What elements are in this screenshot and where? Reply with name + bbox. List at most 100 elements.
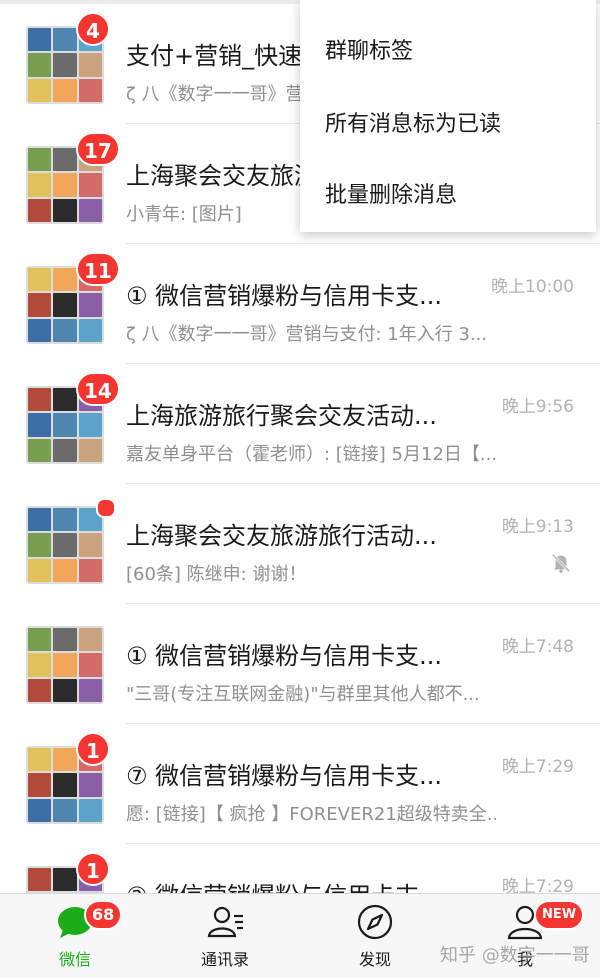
unread-badge: 4 bbox=[76, 12, 110, 46]
watermark: 知乎 @数字一一哥 bbox=[440, 945, 590, 966]
unread-badge: 11 bbox=[76, 252, 120, 286]
avatar-tile bbox=[53, 773, 77, 797]
avatar-tile bbox=[28, 28, 52, 52]
avatar-tile bbox=[28, 198, 52, 222]
avatar-tile bbox=[28, 628, 52, 652]
avatar-tile bbox=[28, 78, 52, 102]
avatar-tile bbox=[53, 268, 77, 292]
avatar-tile bbox=[28, 318, 52, 342]
avatar-tile bbox=[78, 413, 102, 437]
avatar-tile bbox=[28, 413, 52, 437]
chat-time: 晚上10:00 bbox=[491, 277, 574, 297]
unread-badge: 14 bbox=[76, 372, 120, 406]
chat-time: 晚上7:29 bbox=[501, 757, 574, 777]
avatar-tile bbox=[28, 678, 52, 702]
tab-contacts-label: 通讯录 bbox=[200, 950, 249, 969]
avatar-tile bbox=[28, 558, 52, 582]
avatar-tile bbox=[53, 508, 77, 532]
chat-last-message: 愿: [链接]【 疯抢 】FOREVER21超级特卖全... bbox=[126, 804, 496, 825]
avatar-tile bbox=[78, 798, 102, 822]
mute-bell-icon bbox=[551, 553, 571, 573]
avatar-tile bbox=[28, 773, 52, 797]
popup-menu: 群聊标签 所有消息标为已读 批量删除消息 bbox=[300, 0, 596, 232]
avatar-tile bbox=[78, 533, 102, 557]
chat-row[interactable]: 11 ① 微信营销爆粉与信用卡支... ζ 八《数字一一哥》营销与支付: 1年入行 … bbox=[0, 244, 600, 364]
avatar-tile bbox=[78, 628, 102, 652]
chat-last-message: "三哥(专注互联网金融)"与群里其他人都不... bbox=[126, 684, 480, 705]
avatar-tile bbox=[78, 293, 102, 317]
chat-title: 上海旅游旅行聚会交友活动... bbox=[126, 402, 437, 430]
avatar-tile bbox=[78, 78, 102, 102]
contacts-icon bbox=[207, 906, 243, 938]
tab-me-new-badge: NEW bbox=[534, 900, 585, 930]
chat-row[interactable]: ① 微信营销爆粉与信用卡支... "三哥(专注互联网金融)"与群里其他人都不...… bbox=[0, 604, 600, 724]
avatar-tile bbox=[28, 268, 52, 292]
avatar-tile bbox=[53, 78, 77, 102]
avatar-tile bbox=[53, 28, 77, 52]
chat-title: 上海聚会交友旅游旅行活动... bbox=[126, 522, 437, 550]
tab-chats-label: 微信 bbox=[58, 950, 91, 969]
avatar-tile bbox=[28, 798, 52, 822]
avatar-tile bbox=[28, 173, 52, 197]
chat-last-message: [60条] 陈继申: 谢谢！ bbox=[126, 564, 307, 585]
unread-dot bbox=[96, 498, 116, 518]
chat-row[interactable]: 1 ⑦ 微信营销爆粉与信用卡支... 愿: [链接]【 疯抢 】FOREVER21超… bbox=[0, 724, 600, 844]
avatar-tile bbox=[78, 653, 102, 677]
avatar-tile bbox=[53, 438, 77, 462]
unread-badge: 17 bbox=[76, 132, 120, 166]
avatar-tile bbox=[53, 678, 77, 702]
avatar-tile bbox=[78, 558, 102, 582]
tab-chats-badge: 68 bbox=[84, 900, 123, 930]
avatar-tile bbox=[78, 198, 102, 222]
tab-chats[interactable]: 68 微信 bbox=[0, 894, 150, 978]
avatar-tile bbox=[53, 413, 77, 437]
avatar-tile bbox=[28, 868, 52, 892]
chat-title: ⑦ 微信营销爆粉与信用卡支... bbox=[126, 762, 443, 790]
unread-badge: 1 bbox=[76, 852, 110, 886]
avatar-tile bbox=[53, 748, 77, 772]
chat-last-message: 小青年: [图片] bbox=[126, 204, 242, 225]
chat-time: 晚上7:48 bbox=[501, 637, 574, 657]
chat-row[interactable]: 14 上海旅游旅行聚会交友活动... 嘉友单身平台（霍老师）: [链接] 5月12日… bbox=[0, 364, 600, 484]
chat-last-message: 嘉友单身平台（霍老师）: [链接] 5月12日【... bbox=[126, 444, 496, 465]
avatar-tile bbox=[53, 53, 77, 77]
avatar-tile bbox=[53, 173, 77, 197]
avatar-tile bbox=[78, 773, 102, 797]
avatar-tile bbox=[53, 868, 77, 892]
avatar-tile bbox=[28, 388, 52, 412]
avatar-tile bbox=[53, 798, 77, 822]
avatar-tile bbox=[28, 53, 52, 77]
avatar-tile bbox=[53, 388, 77, 412]
avatar-tile bbox=[78, 53, 102, 77]
menu-item-mark-all-read[interactable]: 所有消息标为已读 bbox=[300, 89, 596, 161]
tab-discover-label: 发现 bbox=[358, 950, 391, 969]
unread-badge: 1 bbox=[76, 732, 110, 766]
compass-icon bbox=[357, 904, 393, 940]
avatar-tile bbox=[53, 533, 77, 557]
avatar-tile bbox=[28, 508, 52, 532]
avatar-tile bbox=[28, 148, 52, 172]
menu-item-batch-delete[interactable]: 批量删除消息 bbox=[300, 160, 596, 232]
avatar-tile bbox=[53, 318, 77, 342]
chat-time: 晚上9:56 bbox=[501, 397, 574, 417]
avatar-tile bbox=[53, 558, 77, 582]
chat-time: 晚上9:13 bbox=[501, 517, 574, 537]
chat-row[interactable]: 上海聚会交友旅游旅行活动... [60条] 陈继申: 谢谢！ 晚上9:13 bbox=[0, 484, 600, 604]
avatar-tile bbox=[28, 533, 52, 557]
avatar-tile bbox=[53, 293, 77, 317]
avatar-tile bbox=[53, 628, 77, 652]
avatar-tile bbox=[28, 293, 52, 317]
group-avatar bbox=[26, 626, 104, 704]
tab-contacts[interactable]: 通讯录 bbox=[150, 894, 300, 978]
group-avatar bbox=[26, 506, 104, 584]
tab-discover[interactable]: 发现 bbox=[300, 894, 450, 978]
chat-title: ① 微信营销爆粉与信用卡支... bbox=[126, 642, 443, 670]
chat-last-message: ζ 八《数字一一哥》营销与支付: 1年入行 3... bbox=[126, 324, 488, 345]
avatar-tile bbox=[53, 148, 77, 172]
avatar-tile bbox=[28, 653, 52, 677]
avatar-tile bbox=[28, 748, 52, 772]
avatar-tile bbox=[78, 318, 102, 342]
chat-title: ① 微信营销爆粉与信用卡支... bbox=[126, 282, 443, 310]
avatar-tile bbox=[78, 678, 102, 702]
menu-item-group-tags[interactable]: 群聊标签 bbox=[300, 16, 596, 88]
